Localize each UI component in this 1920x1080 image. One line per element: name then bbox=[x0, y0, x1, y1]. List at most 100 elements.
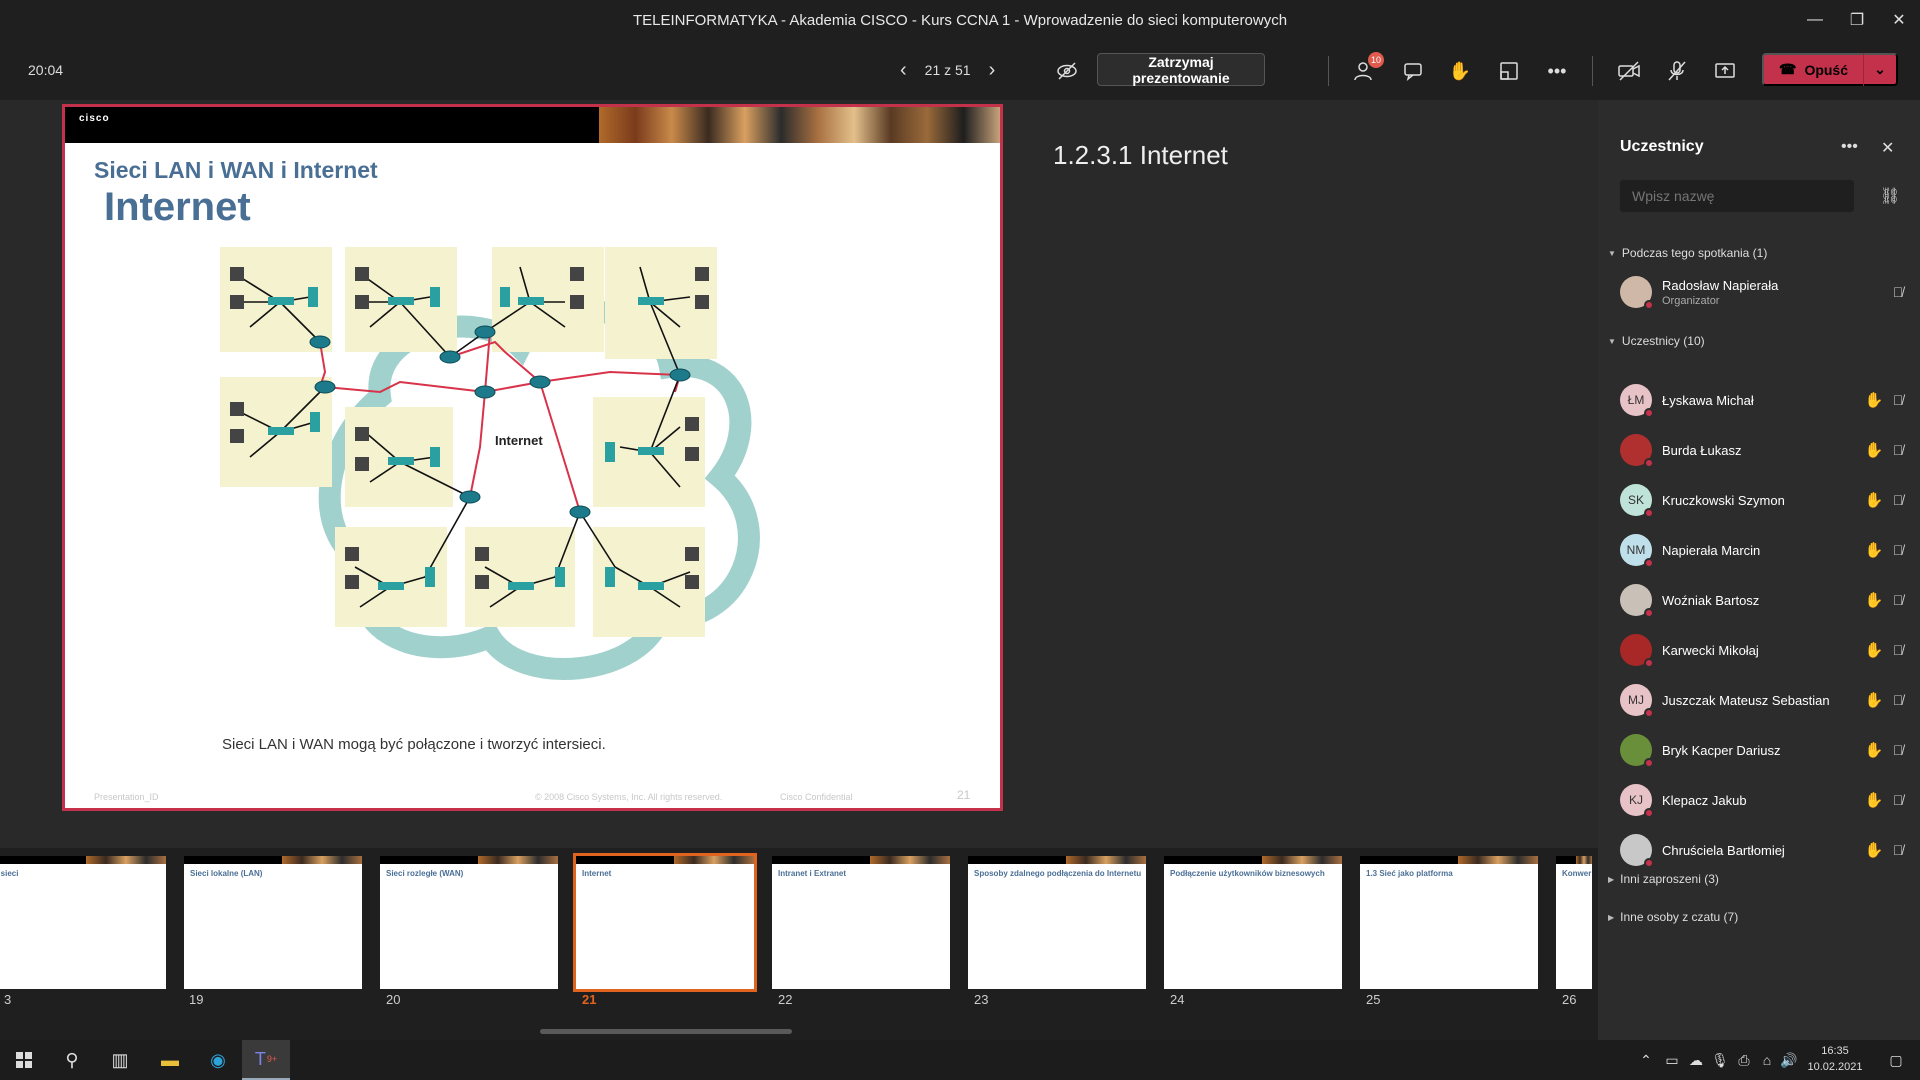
participant-row[interactable]: Woźniak Bartosz ✋ 🎙̸ bbox=[1620, 580, 1910, 620]
mic-off-icon: 🎙̸ bbox=[1892, 842, 1904, 858]
participant-row[interactable]: Chruściela Bartłomiej ✋ 🎙̸ bbox=[1620, 830, 1910, 870]
raised-hand-icon: ✋ bbox=[1864, 692, 1884, 709]
slide-navigation: ‹ 21 z 51 › bbox=[900, 59, 995, 82]
close-panel-icon[interactable]: ✕ bbox=[1881, 138, 1894, 158]
thumbnail-number: 22 bbox=[778, 992, 793, 1007]
leave-button[interactable]: ☎ Opuść ⌄ bbox=[1762, 53, 1898, 86]
section-chat-people[interactable]: ▶ Inne osoby z czatu (7) bbox=[1608, 910, 1738, 924]
participant-row[interactable]: MJ Juszczak Mateusz Sebastian ✋ 🎙̸ bbox=[1620, 680, 1910, 720]
slide-thumbnail[interactable]: Podłączenie użytkowników biznesowych bbox=[1164, 856, 1342, 989]
stop-presenting-button[interactable]: Zatrzymaj prezentowanie bbox=[1097, 53, 1265, 86]
slide-thumbnail[interactable]: 1.3 Sieć jako platforma bbox=[1360, 856, 1538, 989]
server bbox=[500, 287, 510, 307]
server bbox=[555, 567, 565, 587]
participant-row[interactable]: ŁM Łyskawa Michał ✋ 🎙̸ bbox=[1620, 380, 1910, 420]
section-participants[interactable]: ▼ Uczestnicy (10) bbox=[1608, 334, 1705, 348]
minimize-icon[interactable]: — bbox=[1794, 0, 1836, 40]
participant-name: Woźniak Bartosz bbox=[1662, 592, 1760, 608]
avatar: SK bbox=[1620, 484, 1654, 518]
router bbox=[529, 375, 551, 389]
chevron-down-icon[interactable]: ⌄ bbox=[1864, 61, 1896, 78]
slide-thumbnail[interactable]: Sieci rozległe (WAN) bbox=[380, 856, 558, 989]
server bbox=[308, 287, 318, 307]
file-explorer-icon[interactable]: ▬ bbox=[146, 1040, 194, 1080]
camera-off-icon[interactable] bbox=[1616, 58, 1642, 84]
thumbnail-number: 19 bbox=[189, 992, 204, 1007]
raised-hand-icon: ✋ bbox=[1864, 442, 1884, 459]
share-invite-icon[interactable]: ⛓ bbox=[1880, 186, 1900, 206]
avatar bbox=[1620, 834, 1654, 868]
task-view-icon[interactable]: ▥ bbox=[96, 1040, 144, 1080]
participants-icon[interactable]: 10 bbox=[1352, 52, 1384, 84]
network-icon[interactable]: ⌂ bbox=[1756, 1040, 1778, 1080]
tray-printer-icon[interactable]: ⎙ bbox=[1732, 1040, 1756, 1080]
workstation bbox=[355, 295, 369, 309]
tray-device-icon[interactable]: ▭ bbox=[1660, 1040, 1684, 1080]
more-options-icon[interactable]: ••• bbox=[1544, 58, 1570, 84]
participant-row[interactable]: NM Napierała Marcin ✋ 🎙̸ bbox=[1620, 530, 1910, 570]
router bbox=[314, 380, 336, 394]
slide-thumbnail-active[interactable]: Internet bbox=[573, 853, 757, 992]
mic-off-icon: 🎙̸ bbox=[1892, 742, 1904, 758]
raised-hand-icon: ✋ bbox=[1864, 842, 1884, 859]
previous-slide-icon[interactable]: ‹ bbox=[900, 59, 907, 82]
share-screen-icon[interactable] bbox=[1712, 58, 1738, 84]
tray-clock[interactable]: 16:35 10.02.2021 bbox=[1800, 1043, 1870, 1075]
restore-icon[interactable]: ❐ bbox=[1836, 0, 1878, 40]
participant-name: Bryk Kacper Dariusz bbox=[1662, 742, 1781, 758]
slide-thumbnail[interactable]: Sieci lokalne (LAN) bbox=[184, 856, 362, 989]
tray-chevron-up-icon[interactable]: ⌃ bbox=[1634, 1040, 1658, 1080]
mic-off-icon: 🎙̸ bbox=[1892, 284, 1904, 300]
organizer-row[interactable]: Radosław Napierała Organizator 🎙̸ bbox=[1620, 272, 1910, 312]
workstation bbox=[695, 295, 709, 309]
participant-row[interactable]: KJ Klepacz Jakub ✋ 🎙̸ bbox=[1620, 780, 1910, 820]
title-bar: TELEINFORMATYKA - Akademia CISCO - Kurs … bbox=[0, 0, 1920, 40]
more-options-icon[interactable]: ••• bbox=[1841, 138, 1858, 156]
close-window-icon[interactable]: ✕ bbox=[1878, 0, 1920, 40]
raised-hand-icon: ✋ bbox=[1864, 642, 1884, 659]
participant-row[interactable]: Karwecki Mikołaj ✋ 🎙̸ bbox=[1620, 630, 1910, 670]
raised-hand-icon: ✋ bbox=[1864, 392, 1884, 409]
raised-hand-icon: ✋ bbox=[1864, 792, 1884, 809]
window-controls: — ❐ ✕ bbox=[1794, 0, 1920, 40]
cisco-logo: cisco bbox=[79, 113, 110, 124]
notifications-icon[interactable]: ▢ bbox=[1878, 1040, 1914, 1080]
toolbar-divider bbox=[1592, 56, 1593, 86]
participant-row[interactable]: SK Kruczkowski Szymon ✋ 🎙̸ bbox=[1620, 480, 1910, 520]
participant-row[interactable]: Bryk Kacper Dariusz ✋ 🎙̸ bbox=[1620, 730, 1910, 770]
server bbox=[605, 567, 615, 587]
volume-icon[interactable]: 🔊 bbox=[1778, 1040, 1800, 1080]
slide-thumbnail[interactable]: Sposoby zdalnego podłączenia do Internet… bbox=[968, 856, 1146, 989]
workstation bbox=[570, 267, 584, 281]
thumbnail-number: 3 bbox=[4, 992, 12, 1007]
avatar: ŁM bbox=[1620, 384, 1654, 418]
section-in-meeting[interactable]: ▼ Podczas tego spotkania (1) bbox=[1608, 246, 1767, 260]
thumbnail-scrollbar[interactable] bbox=[540, 1029, 792, 1034]
section-invited[interactable]: ▶ Inni zaproszeni (3) bbox=[1608, 872, 1719, 886]
slide-thumbnail[interactable]: y sieci bbox=[0, 856, 166, 989]
participant-search-input[interactable] bbox=[1620, 180, 1854, 212]
participant-row[interactable]: Burda Łukasz ✋ 🎙̸ bbox=[1620, 430, 1910, 470]
private-view-icon[interactable] bbox=[1054, 58, 1080, 84]
search-icon[interactable]: ⚲ bbox=[48, 1040, 96, 1080]
start-icon[interactable] bbox=[0, 1040, 48, 1080]
workstation bbox=[355, 457, 369, 471]
tray-mic-icon[interactable]: 🎙 bbox=[1708, 1040, 1732, 1080]
chat-icon[interactable] bbox=[1400, 58, 1426, 84]
teams-icon[interactable]: T 9+ bbox=[242, 1040, 290, 1080]
slide-thumbnail[interactable]: Konwer bbox=[1556, 856, 1592, 989]
header-photo-strip bbox=[599, 107, 1000, 143]
server bbox=[605, 442, 615, 462]
onedrive-icon[interactable]: ☁ bbox=[1684, 1040, 1708, 1080]
workstation bbox=[685, 575, 699, 589]
edge-icon[interactable]: ◉ bbox=[194, 1040, 242, 1080]
breakout-rooms-icon[interactable] bbox=[1496, 58, 1522, 84]
mic-off-icon[interactable] bbox=[1664, 58, 1690, 84]
slide-caption: Sieci LAN i WAN mogą być połączone i two… bbox=[222, 736, 606, 753]
mic-off-icon: 🎙̸ bbox=[1892, 542, 1904, 558]
next-slide-icon[interactable]: › bbox=[989, 59, 996, 82]
participant-name: Radosław Napierała Organizator bbox=[1662, 277, 1779, 307]
slide-thumbnail[interactable]: Intranet i Extranet bbox=[772, 856, 950, 989]
workstation bbox=[475, 547, 489, 561]
raise-hand-icon[interactable]: ✋ bbox=[1447, 58, 1473, 84]
